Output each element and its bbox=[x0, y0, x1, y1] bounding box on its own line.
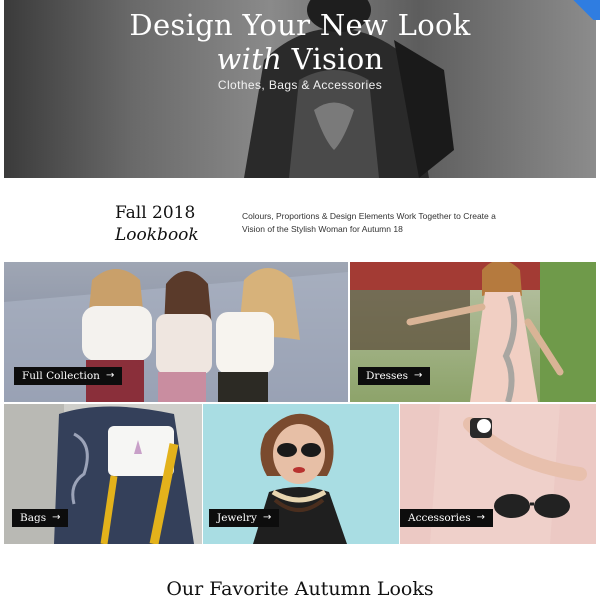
tile-accessories[interactable]: Accessories → bbox=[400, 404, 596, 544]
jewelry-label-text: Jewelry bbox=[217, 512, 257, 524]
lookbook-title-line2: Lookbook bbox=[115, 225, 199, 245]
lookbook-description: Colours, Proportions & Design Elements W… bbox=[242, 211, 496, 234]
accessories-label[interactable]: Accessories → bbox=[400, 509, 494, 527]
arrow-right-icon: → bbox=[414, 370, 423, 381]
hero-title-line1: Design Your New Look bbox=[129, 8, 471, 42]
lookbook-title-line1: Fall 2018 bbox=[115, 203, 196, 223]
hero-title-line2: with Vision bbox=[4, 42, 596, 76]
lookbook-title: Fall 2018 Lookbook bbox=[115, 202, 199, 246]
accessories-label-text: Accessories bbox=[408, 512, 471, 524]
arrow-right-icon: → bbox=[105, 370, 115, 381]
hero-subtitle: Clothes, Bags & Accessories bbox=[217, 78, 383, 92]
full-collection-label-text: Full Collection bbox=[22, 370, 100, 382]
bags-label-text: Bags bbox=[20, 512, 47, 524]
corner-accent bbox=[572, 0, 600, 20]
bags-label[interactable]: Bags → bbox=[12, 509, 69, 527]
tile-jewelry[interactable]: Jewelry → bbox=[203, 404, 399, 544]
arrow-right-icon: → bbox=[476, 512, 486, 523]
tile-bags[interactable]: Bags → bbox=[4, 404, 202, 544]
full-collection-label[interactable]: Full Collection → bbox=[14, 367, 123, 385]
hero-banner: Design Your New Look with Vision Clothes… bbox=[4, 0, 596, 178]
section-title: Our Favorite Autumn Looks bbox=[166, 578, 434, 600]
tile-dresses[interactable]: Dresses → bbox=[350, 262, 596, 402]
hero-title-italic: with bbox=[216, 42, 283, 76]
arrow-right-icon: → bbox=[52, 512, 61, 523]
tile-full-collection[interactable]: Full Collection → bbox=[4, 262, 348, 402]
jewelry-label[interactable]: Jewelry → bbox=[209, 509, 280, 527]
arrow-right-icon: → bbox=[262, 512, 272, 523]
hero-title-rest: Vision bbox=[282, 42, 384, 76]
dresses-label-text: Dresses bbox=[366, 370, 409, 382]
dresses-label[interactable]: Dresses → bbox=[358, 367, 431, 385]
hero-title: Design Your New Look with Vision bbox=[4, 8, 596, 76]
